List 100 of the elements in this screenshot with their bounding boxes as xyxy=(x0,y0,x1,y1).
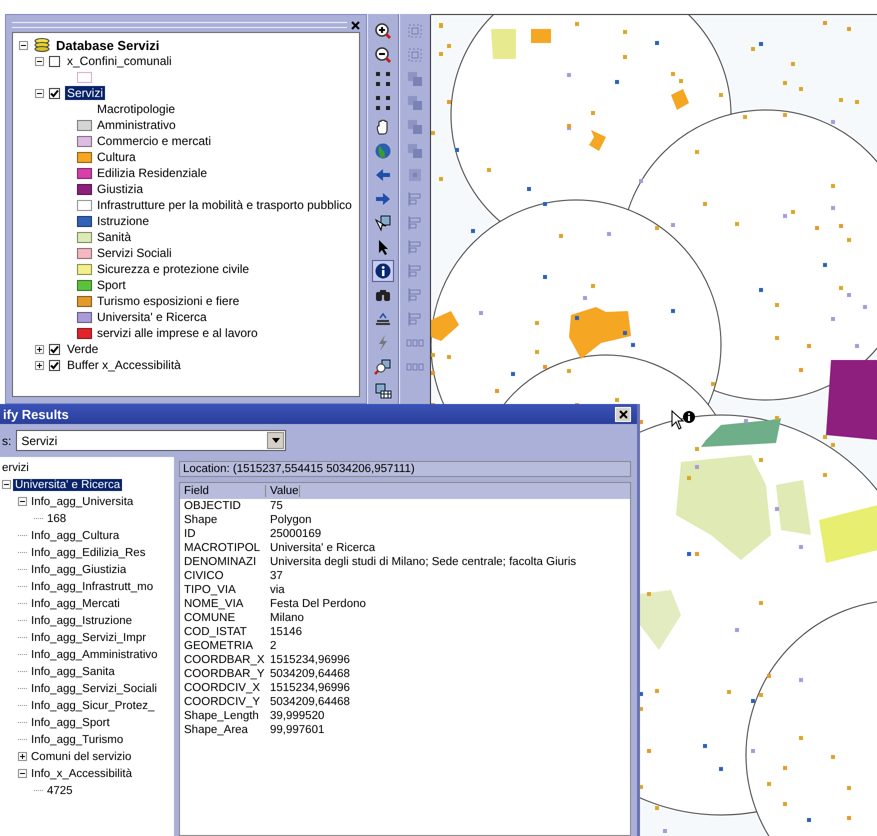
field-name: COORDCIV_Y xyxy=(183,696,262,708)
tree-item[interactable]: Info_agg_Giustizia xyxy=(29,564,128,576)
column-header[interactable]: Value xyxy=(266,485,300,497)
layer-checkbox[interactable] xyxy=(49,56,60,66)
expander-icon[interactable] xyxy=(35,56,44,66)
tree-item[interactable]: Info_agg_Sport xyxy=(29,716,112,728)
legend-label: Amministrativo xyxy=(97,118,176,132)
expander-icon[interactable] xyxy=(18,769,27,778)
cursor-icon xyxy=(670,410,696,432)
field-name: COORDBAR_X xyxy=(183,654,266,666)
field-value: 1515234,96996 xyxy=(269,654,350,666)
field-value: 25000169 xyxy=(269,528,322,540)
field-name: COORDBAR_Y xyxy=(183,668,266,680)
field-value: 2 xyxy=(269,640,276,652)
close-icon xyxy=(618,410,628,418)
data-frame-label[interactable]: Database Servizi xyxy=(56,38,160,52)
legend-heading: Macrotipologie xyxy=(97,102,176,116)
tree-item[interactable]: 4725 xyxy=(45,784,75,796)
expander-icon[interactable] xyxy=(19,40,28,50)
tree-item[interactable]: Info_agg_Edilizia_Res xyxy=(29,546,148,558)
tree-item[interactable]: Info_agg_Cultura xyxy=(29,530,122,542)
square-icon xyxy=(406,166,424,184)
globe-icon xyxy=(374,142,392,160)
layer-checkbox[interactable] xyxy=(49,88,60,98)
layer-label[interactable]: Verde xyxy=(65,342,100,356)
field-name: MACROTIPOL xyxy=(183,542,262,554)
tree-item[interactable]: Info_agg_Servizi_Sociali xyxy=(29,682,159,694)
legend-label: Sport xyxy=(97,278,126,292)
field-name: CIVICO xyxy=(183,570,225,582)
layer-checkbox[interactable] xyxy=(49,360,60,370)
tree-item[interactable]: Info_agg_Sanita xyxy=(29,666,117,678)
frame-icon xyxy=(406,22,424,40)
tree-item[interactable]: Info_agg_Istruzione xyxy=(29,614,134,626)
legend-label: Giustizia xyxy=(97,182,144,196)
tree-item[interactable]: Info_agg_Turismo xyxy=(29,734,126,746)
layer-label[interactable]: x_Confini_comunali xyxy=(65,54,174,68)
field-name: OBJECTID xyxy=(183,500,242,512)
field-name: TIPO_VIA xyxy=(183,584,237,596)
legend-label: Universita' e Ricerca xyxy=(97,310,207,324)
field-value: 5034209,64468 xyxy=(269,696,350,708)
field-name: COD_ISTAT xyxy=(183,626,248,638)
column-header[interactable]: Field xyxy=(180,485,266,497)
tree-item[interactable]: Info_agg_Sicur_Protez_ xyxy=(29,700,156,712)
field-value: Festa Del Perdono xyxy=(269,598,366,610)
legend-label: Infrastrutture per la mobilità e trasporto pubblico xyxy=(97,198,352,212)
field-value: 75 xyxy=(269,500,283,512)
field-value: 37 xyxy=(269,570,283,582)
layer-checkbox[interactable] xyxy=(49,344,60,354)
forward-arrow-icon xyxy=(374,190,392,208)
legend-label: Commercio e mercati xyxy=(97,134,212,148)
zoom-in-icon xyxy=(374,22,392,40)
field-name: Shape xyxy=(183,514,218,526)
tool-button[interactable] xyxy=(372,260,394,282)
field-name: GEOMETRIA xyxy=(183,640,254,652)
location-bar: Location: (1515237,554415 5034206,957111) xyxy=(179,461,631,477)
expander-icon[interactable] xyxy=(18,752,27,761)
layer-label[interactable]: Servizi xyxy=(65,86,106,100)
expander-icon[interactable] xyxy=(35,360,44,370)
field-name: COMUNE xyxy=(183,612,236,624)
tree-item[interactable]: Info_agg_Universita xyxy=(29,496,136,508)
expander-icon[interactable] xyxy=(18,497,27,506)
table-icon xyxy=(374,382,392,400)
tree-item[interactable]: Info_agg_Servizi_Impr xyxy=(29,632,148,644)
field-value: Milano xyxy=(269,612,304,624)
close-icon[interactable] xyxy=(351,20,360,30)
tree-item[interactable]: Info_agg_Amministrativo xyxy=(29,648,160,660)
info-icon xyxy=(374,262,392,280)
frame-icon xyxy=(406,46,424,64)
stacked-squares-icon xyxy=(406,118,424,136)
stacked-squares-icon xyxy=(406,70,424,88)
expander-icon[interactable] xyxy=(2,480,11,489)
field-value: 1515234,96996 xyxy=(269,682,350,694)
tree-item[interactable]: Info_agg_Infrastrutt_mo xyxy=(29,580,156,592)
measure-icon xyxy=(374,310,392,328)
expander-icon[interactable] xyxy=(35,344,44,354)
field-value: Universita degli studi di Milano; Sede centrale; facolta Giuris xyxy=(269,556,576,568)
close-button[interactable] xyxy=(615,406,631,422)
layers-icon xyxy=(33,38,51,52)
stacked-squares-icon xyxy=(406,142,424,160)
four-squares-icon xyxy=(374,70,392,88)
tree-item[interactable]: Info_agg_Mercati xyxy=(29,598,122,610)
tree-item[interactable]: ervizi xyxy=(0,462,31,474)
tree-item[interactable]: Info_x_Accessibilità xyxy=(29,768,134,780)
select-features-icon xyxy=(374,214,392,232)
field-name: ID xyxy=(183,528,196,540)
field-value: Universita' e Ricerca xyxy=(269,542,376,554)
tree-item[interactable]: Comuni del servizio xyxy=(29,750,134,762)
field-value: 15146 xyxy=(269,626,302,638)
tree-item[interactable]: Universita' e Ricerca xyxy=(13,478,122,490)
legend-label: Servizi Sociali xyxy=(97,246,172,260)
legend-label: Edilizia Residenziale xyxy=(97,166,208,180)
layer-label[interactable]: Buffer x_Accessibilità xyxy=(65,358,183,372)
expander-icon[interactable] xyxy=(35,88,44,98)
legend-label: Sanità xyxy=(97,230,132,244)
legend-label: servizi alle imprese e al lavoro xyxy=(97,326,258,340)
layers-dropdown[interactable]: Servizi xyxy=(16,430,286,451)
tree-item[interactable]: 168 xyxy=(45,512,68,524)
caret-icon xyxy=(272,438,280,443)
field-value: via xyxy=(269,584,285,596)
legend-label: Cultura xyxy=(97,150,136,164)
